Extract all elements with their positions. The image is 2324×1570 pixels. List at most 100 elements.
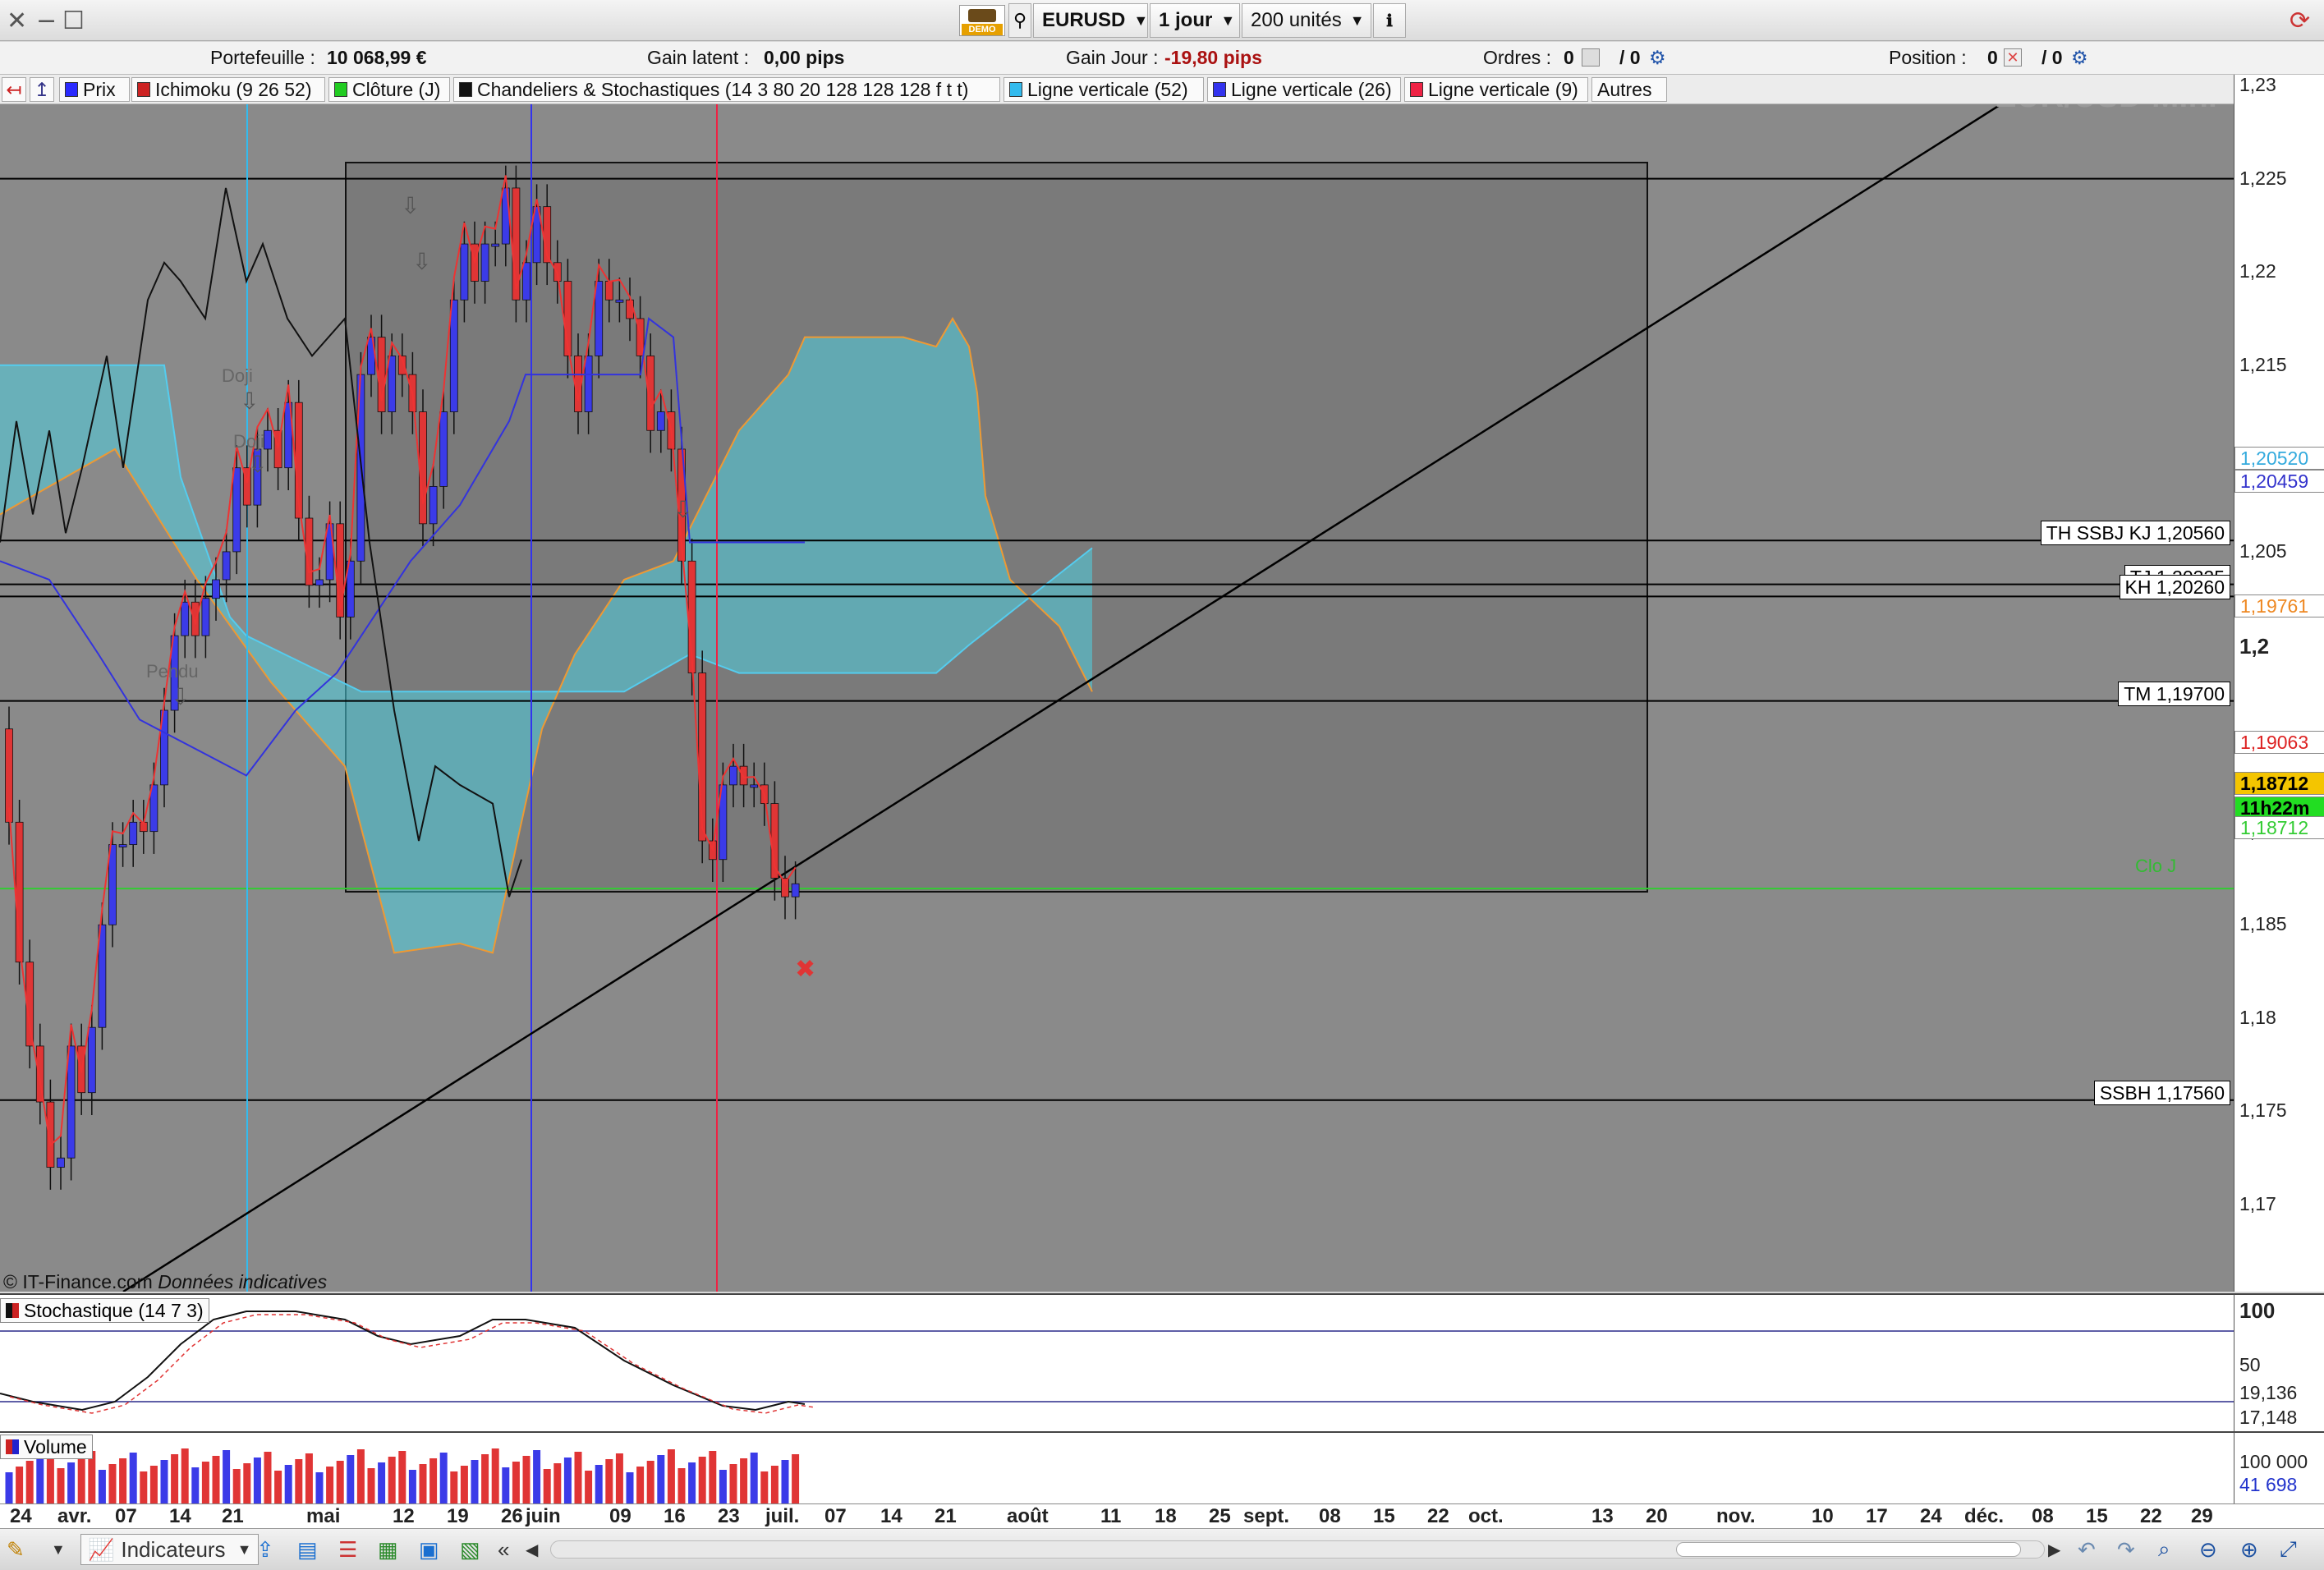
latent-gain-value: 0,00 pips [764,47,845,68]
chevron-down-icon[interactable]: ▼ [51,1534,66,1565]
collapse-left-icon[interactable]: « [498,1534,509,1565]
legend-item[interactable]: Ligne verticale (52) [1004,77,1204,102]
undo-icon[interactable]: ↶ [2078,1534,2096,1565]
orders-count: 0 [1564,47,1574,68]
volume-bar [140,1471,148,1503]
candle [264,429,272,450]
redo-icon[interactable]: ↷ [2117,1534,2135,1565]
gear-icon[interactable]: ⚙ [1649,47,1666,69]
vol-scale-max: 100 000 [2239,1451,2308,1472]
volume-bar [336,1461,344,1503]
price-badge: 1,18712 [2234,772,2324,795]
day-gain-label: Gain Jour : [1066,47,1159,68]
drawing-tools-icon[interactable]: ✎ [7,1534,25,1565]
list-icon[interactable]: ☰ [338,1534,357,1565]
volume-bar [223,1450,231,1503]
legend-item[interactable]: Ligne verticale (26) [1207,77,1401,102]
volume-bar [657,1455,665,1503]
legend-item[interactable]: Ligne verticale (9) [1404,77,1588,102]
legend-item[interactable]: Autres [1591,77,1667,102]
orders-close-icon[interactable] [1582,48,1600,67]
link-icon[interactable]: ⚲ [1008,3,1031,38]
volume-bar [512,1462,520,1503]
chart-settings-icon[interactable]: ▧ [460,1534,480,1565]
zoom-in-icon[interactable]: ⊕ [2240,1534,2258,1565]
legend-item[interactable]: Clôture (J) [328,77,450,102]
candle [118,844,127,847]
pattern-label-pendu: Pendu [146,661,199,682]
stochastic-panel[interactable]: Stochastique (14 7 3) [0,1293,2234,1431]
volume-bar [677,1468,686,1503]
scroll-right-icon[interactable]: ▶ [2048,1534,2060,1565]
price-chart[interactable]: ⇩ ⇩ ⇩ ⇩ ⇩ ⇩ ⇩ ✖ EUR/USD Mini © IT-Finance.com D… [0,104,2234,1292]
title-bar: ✕ − ☐ DEMO ⚲ EURUSD ▼ 1 jour ▼ 200 unités ▼… [0,0,2324,41]
time-tick: 23 [718,1505,740,1527]
sync-icon[interactable]: ⟳ [2290,7,2310,35]
time-tick: 18 [1155,1505,1177,1527]
legend-swatch [459,82,472,97]
legend-item[interactable]: Chandeliers & Stochastiques (14 3 80 20 … [453,77,1000,102]
timeframe-select[interactable]: 1 jour ▼ [1150,3,1240,38]
volume-bar [450,1471,458,1503]
price-tick: 1,18 [2239,1006,2276,1028]
candle [201,598,210,636]
time-tick: 21 [935,1505,957,1527]
zoom-out-icon[interactable]: ⊖ [2199,1534,2217,1565]
position-close-icon[interactable]: ✕ [2004,48,2022,67]
price-scale[interactable]: 1,231,2251,221,2151,211,2051,21,1951,191… [2234,75,2324,1292]
account-status-bar: Portefeuille : 10 068,99 € Gain latent :… [0,42,2324,75]
move-up-icon[interactable]: ↥ [30,77,54,102]
stop-marker-icon: ✖ [795,955,815,984]
info-button[interactable]: ℹ [1373,3,1406,38]
demo-icon[interactable]: DEMO [959,5,1005,36]
time-tick: 07 [824,1505,847,1527]
volume-bar [5,1472,13,1503]
zoom-box-icon[interactable]: ⌕ [2158,1534,2170,1565]
table-icon[interactable]: ▦ [378,1534,398,1565]
minimize-icon[interactable]: − [36,7,57,35]
units-select[interactable]: 200 unités ▼ [1242,3,1371,38]
volume-bar [98,1470,106,1503]
time-axis[interactable]: 24 avr. 07 14 21 mai 12 19 26 juin 09 16 23 juil. 07 14… [0,1503,2324,1528]
horizontal-scrollbar[interactable] [550,1540,2045,1559]
time-tick: 24 [10,1505,32,1527]
volume-bar [36,1455,44,1503]
volume-bar [149,1466,158,1503]
volume-bar [315,1472,324,1503]
candle [388,355,397,412]
volume-bar [595,1465,603,1503]
maximize-icon[interactable]: ☐ [62,7,85,35]
fit-icon[interactable]: ⤢ [2280,1534,2297,1565]
candle [449,299,458,412]
portfolio-label: Portefeuille : [210,47,315,68]
collapse-icon[interactable]: ↤ [2,77,26,102]
legend-item[interactable]: Prix [59,77,130,102]
time-tick: 17 [1866,1505,1888,1527]
scrollbar-thumb[interactable] [1676,1542,2021,1557]
comment-icon[interactable]: ▤ [297,1534,318,1565]
layout-icon[interactable]: ▣ [419,1534,439,1565]
volume-bar [553,1463,562,1503]
symbol-select[interactable]: EURUSD ▼ [1033,3,1148,38]
orders-pending: / 0 [1619,47,1641,68]
volume-bar [585,1471,593,1503]
volume-bar [460,1466,468,1503]
sto-k-line [0,1311,806,1412]
close-icon[interactable]: ✕ [7,7,27,35]
indicators-button[interactable]: 📈 Indicateurs ▼ [80,1534,259,1565]
candle [46,1101,55,1168]
volume-panel[interactable]: Volume [0,1431,2234,1503]
volume-bar [160,1460,168,1503]
scroll-left-icon[interactable]: ◀ [526,1534,538,1565]
candle [67,1045,76,1159]
share-icon[interactable]: ⇪ [256,1534,274,1565]
volume-bar [760,1471,769,1503]
candle [460,243,469,301]
legend-label: Ligne verticale (26) [1231,78,1392,100]
candle [429,486,438,525]
legend-swatch [137,82,150,97]
gear-icon[interactable]: ⚙ [2071,47,2088,69]
volume-bar [191,1467,200,1503]
volume-bar [502,1467,510,1503]
legend-item[interactable]: Ichimoku (9 26 52) [131,77,325,102]
